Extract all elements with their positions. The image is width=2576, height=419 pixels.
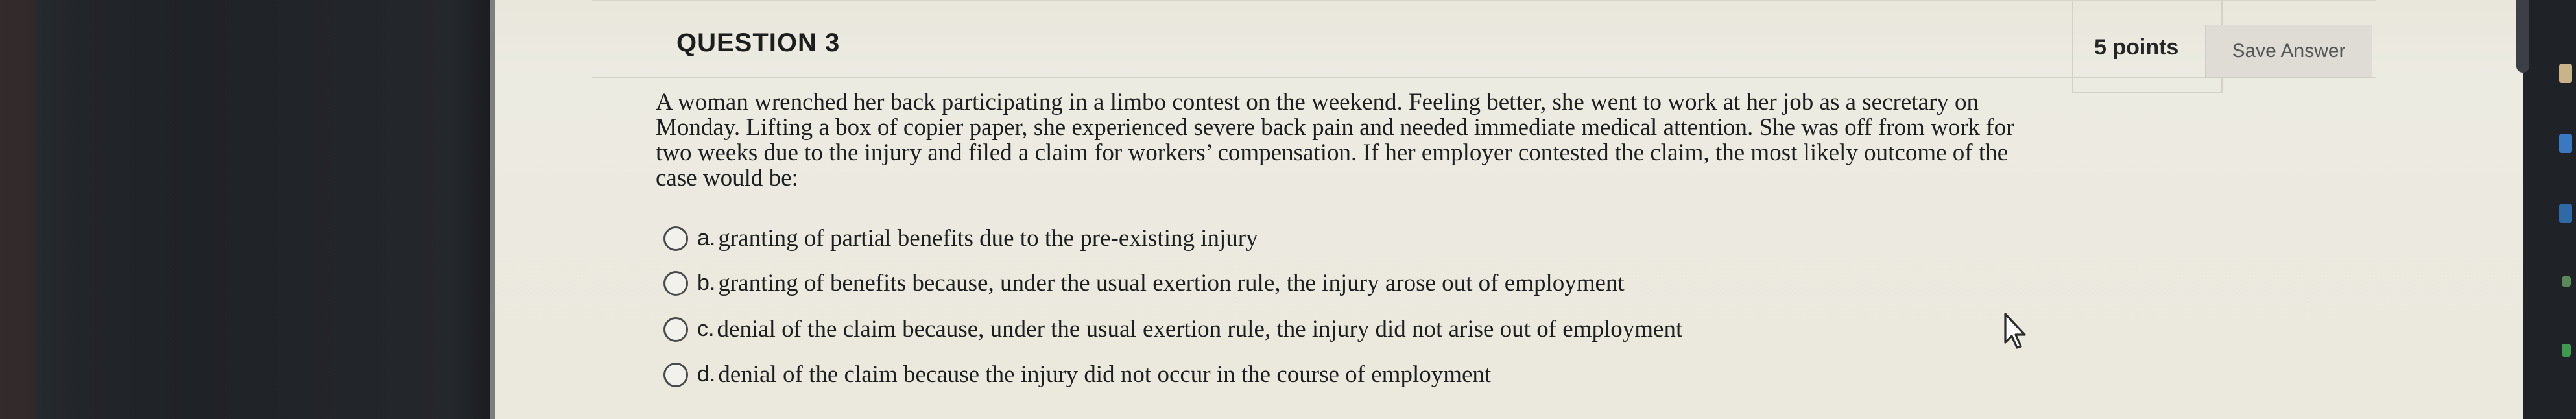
- option-b-letter: b.: [697, 270, 716, 295]
- question-title: QUESTION 3: [676, 29, 841, 57]
- side-app-icon-1: [2559, 64, 2572, 83]
- side-app-icon-5: [2562, 344, 2571, 357]
- option-d-letter: d.: [697, 362, 716, 387]
- option-a-letter: a.: [697, 226, 716, 250]
- option-d[interactable]: d. denial of the claim because the injur…: [663, 361, 1491, 389]
- background-left-strip: [0, 0, 36, 419]
- option-c-letter: c.: [697, 317, 715, 341]
- option-d-text: denial of the claim because the injury d…: [718, 361, 1492, 388]
- radio-option-c[interactable]: [663, 317, 688, 342]
- radio-option-a[interactable]: [663, 226, 688, 251]
- option-a-text: granting of partial benefits due to the …: [718, 225, 1258, 252]
- save-answer-button[interactable]: Save Answer: [2205, 25, 2372, 78]
- side-app-icon-3: [2559, 204, 2572, 223]
- screen: QUESTION 3 5 points Save Answer A woman …: [0, 0, 2576, 419]
- question-points: 5 points: [2094, 35, 2179, 60]
- option-a[interactable]: a. granting of partial benefits due to t…: [663, 224, 1258, 252]
- background-left: [0, 0, 493, 419]
- option-b[interactable]: b. granting of benefits because, under t…: [663, 269, 1625, 297]
- option-c[interactable]: c. denial of the claim because, under th…: [663, 315, 1682, 343]
- question-text: A woman wrenched her back participating …: [656, 89, 2014, 191]
- side-app-icon-2: [2559, 134, 2572, 153]
- option-c-text: denial of the claim because, under the u…: [717, 316, 1683, 342]
- radio-option-d[interactable]: [663, 362, 688, 387]
- radio-option-b[interactable]: [663, 270, 688, 296]
- side-app-icon-4: [2562, 276, 2571, 287]
- question-panel: QUESTION 3 5 points Save Answer A woman …: [495, 0, 2523, 419]
- scrollbar-thumb[interactable]: [2516, 0, 2529, 73]
- page-left-border: [490, 0, 495, 419]
- mouse-pointer-icon: [2004, 313, 2026, 349]
- option-b-text: granting of benefits because, under the …: [718, 270, 1625, 296]
